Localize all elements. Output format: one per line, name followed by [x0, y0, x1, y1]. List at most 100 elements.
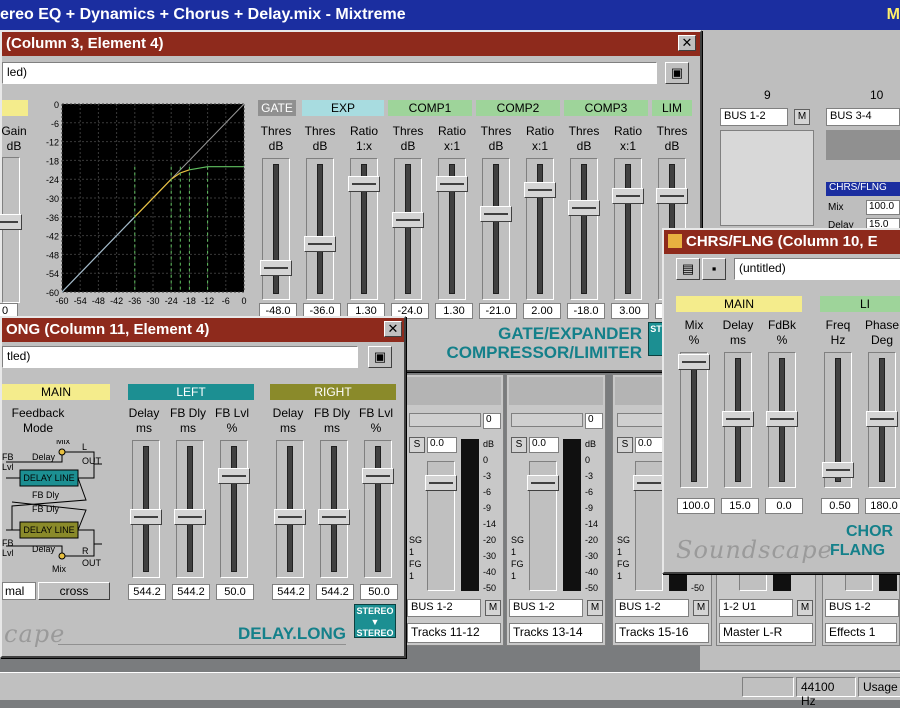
fader-value[interactable]: 0.50 [821, 498, 859, 514]
channel-name[interactable]: Tracks 13-14 [509, 623, 603, 643]
open-preset-icon[interactable]: ▣ [665, 62, 689, 84]
fader-knob[interactable] [866, 411, 898, 427]
fader-value[interactable]: 544.2 [316, 584, 354, 600]
channel-name[interactable]: Master L-R [719, 623, 813, 643]
channel-name[interactable]: Tracks 15-16 [615, 623, 709, 643]
bus-select[interactable]: BUS 1-2 [615, 599, 689, 617]
mute-button-9[interactable]: M [794, 109, 810, 125]
fader-value[interactable]: 544.2 [272, 584, 310, 600]
pan-value-box[interactable]: 0 [585, 413, 603, 429]
section-header-comp2: COMP2 [476, 100, 560, 116]
chorus-preset-field[interactable]: (untitled) [734, 258, 900, 280]
bus-select[interactable]: BUS 1-2 [509, 599, 583, 617]
column-number-10: 10 [870, 88, 884, 102]
fader-name: Ratio [525, 124, 554, 138]
fader-value[interactable]: 2.00 [523, 303, 561, 319]
diagram-lvl2-label: Lvl [2, 548, 14, 558]
gain-fader-groove[interactable] [2, 157, 20, 303]
gate-preset-field[interactable]: led) [2, 62, 657, 84]
bus-select[interactable]: BUS 1-2 [825, 599, 899, 617]
gain-value-box[interactable]: 0.0 [635, 437, 665, 453]
graph-y-tick: -6 [51, 119, 59, 129]
fader-label: FB Dly ms [168, 406, 208, 436]
channel-name[interactable]: Effects 1 [825, 623, 897, 643]
gain-value-box[interactable]: 0.0 [427, 437, 457, 453]
fader-knob[interactable] [436, 176, 468, 192]
strip-fader-knob[interactable] [425, 475, 457, 491]
fader-knob[interactable] [130, 508, 162, 525]
mute-button[interactable]: M [693, 600, 709, 616]
fader-value[interactable]: 0.0 [765, 498, 803, 514]
fader-knob[interactable] [766, 411, 798, 427]
bus-select[interactable]: 1-2 U1 [719, 599, 793, 617]
pan-slider[interactable] [511, 413, 583, 427]
fader-name: Ratio [437, 124, 466, 138]
diagram-out2-label: OUT [82, 558, 102, 568]
fader-knob[interactable] [392, 212, 424, 228]
fader-knob[interactable] [348, 176, 380, 192]
graph-y-tick: -30 [46, 194, 59, 204]
close-icon[interactable]: ✕ [678, 35, 696, 51]
save-icon[interactable]: ▪ [702, 258, 726, 280]
delay-preset-field[interactable]: tled) [2, 346, 358, 368]
meter-scale-label: -20 [483, 535, 497, 545]
fader-value[interactable]: 3.00 [611, 303, 649, 319]
fader-knob[interactable] [318, 508, 350, 525]
mute-button[interactable]: M [587, 600, 603, 616]
fader-knob[interactable] [722, 411, 754, 427]
solo-button[interactable]: S [617, 437, 633, 453]
fader-knob[interactable] [218, 467, 250, 484]
mute-button[interactable]: M [485, 600, 501, 616]
fader-value[interactable]: 15.0 [721, 498, 759, 514]
fader-value[interactable]: 180.0 [865, 498, 900, 514]
fader-value[interactable]: 50.0 [216, 584, 254, 600]
fader-value[interactable]: -18.0 [567, 303, 605, 319]
close-icon[interactable]: ✕ [384, 321, 402, 337]
pan-slider[interactable] [409, 413, 481, 427]
fader-unit: dB [400, 139, 416, 153]
bus-select-10[interactable]: BUS 3-4 [826, 108, 900, 126]
open-preset-icon[interactable]: ▣ [368, 346, 392, 368]
fader-value[interactable]: 544.2 [172, 584, 210, 600]
chrs-mix-value[interactable]: 100.0 [866, 200, 900, 215]
fader-value[interactable]: -21.0 [479, 303, 517, 319]
fader-knob[interactable] [274, 508, 306, 525]
fader-label: Ratio x:1 [432, 124, 472, 154]
mute-button[interactable]: M [797, 600, 813, 616]
fader-knob[interactable] [362, 467, 394, 484]
fader-knob[interactable] [822, 462, 854, 479]
gain-fader-knob[interactable] [0, 214, 22, 230]
fader-name: Freq [825, 318, 851, 332]
mode-cross-button[interactable]: cross [38, 582, 110, 600]
fader-knob[interactable] [568, 200, 600, 216]
fader-unit: Hz [830, 333, 846, 347]
solo-button[interactable]: S [409, 437, 425, 453]
gain-value-box[interactable]: 0.0 [529, 437, 559, 453]
fader-knob[interactable] [260, 260, 292, 276]
fader-knob[interactable] [678, 354, 710, 370]
fader-unit: dB [268, 139, 284, 153]
fader-value[interactable]: 1.30 [435, 303, 473, 319]
fader-value[interactable]: 100.0 [677, 498, 715, 514]
channel-name[interactable]: Tracks 11-12 [407, 623, 501, 643]
fader-unit: x:1 [619, 139, 636, 153]
fader-knob[interactable] [656, 188, 688, 204]
fader-knob[interactable] [480, 206, 512, 222]
fader-knob[interactable] [524, 182, 556, 198]
fader-knob[interactable] [304, 236, 336, 252]
fader-value[interactable]: 50.0 [360, 584, 398, 600]
pan-value-box[interactable]: 0 [483, 413, 501, 429]
chorus-window-title: CHRS/FLNG (Column 10, E [686, 233, 878, 250]
mode-normal-button[interactable]: mal [2, 582, 36, 600]
bus-select-9[interactable]: BUS 1-2 [720, 108, 788, 126]
fader-knob[interactable] [612, 188, 644, 204]
fader-knob[interactable] [174, 508, 206, 525]
meter-scale-label: -20 [585, 535, 599, 545]
bus-select[interactable]: BUS 1-2 [407, 599, 481, 617]
strip-fader-knob[interactable] [633, 475, 665, 491]
open-folder-icon[interactable]: ▤ [676, 258, 700, 280]
fader-value[interactable]: 544.2 [128, 584, 166, 600]
strip-fader-knob[interactable] [527, 475, 559, 491]
solo-button[interactable]: S [511, 437, 527, 453]
strip-small-label: 1 [617, 571, 623, 581]
